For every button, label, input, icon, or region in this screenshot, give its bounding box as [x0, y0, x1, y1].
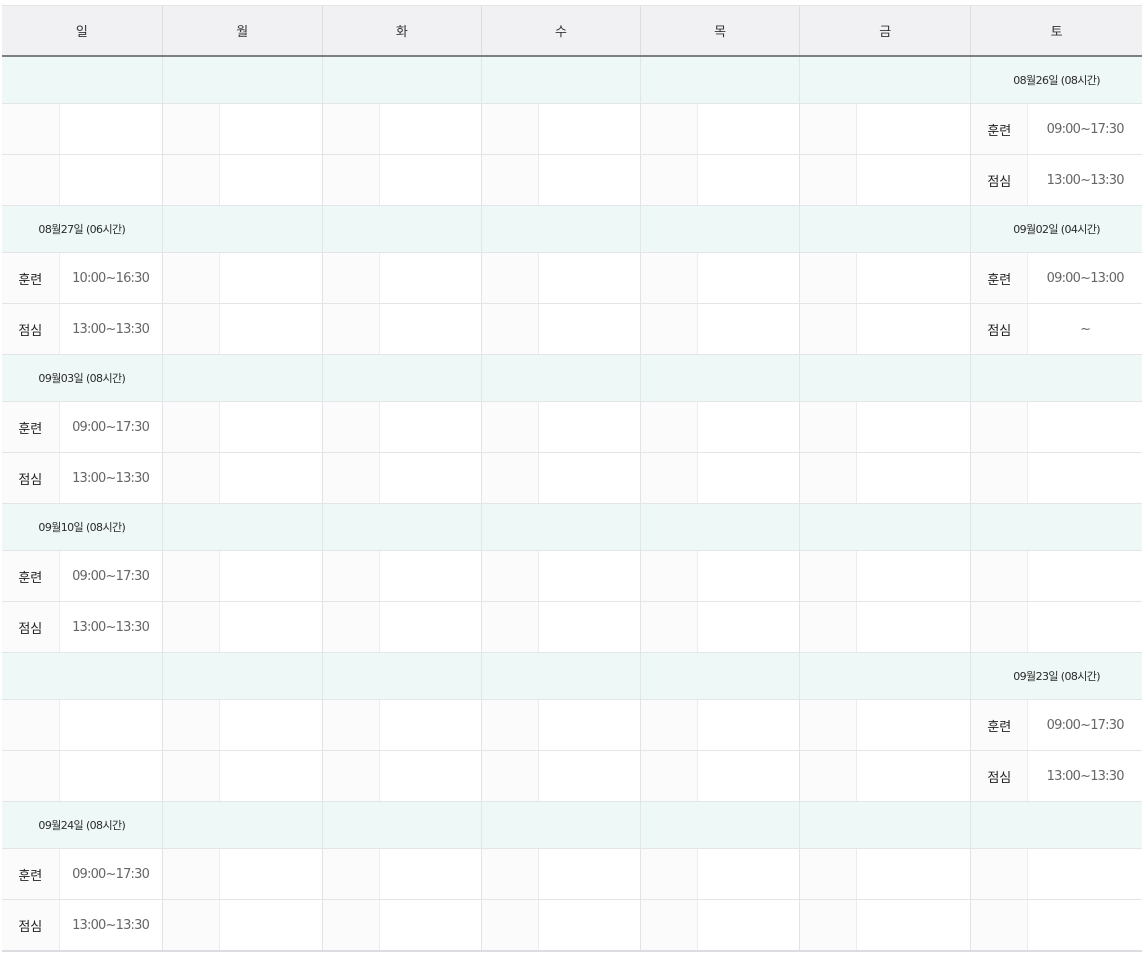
- date-cell: [970, 503, 1142, 551]
- date-cell: [321, 354, 482, 402]
- date-cell: [321, 801, 482, 849]
- date-row: 09월23일 (08시간): [2, 652, 1142, 700]
- lunch-row: 점심 13:00~13:30: [2, 601, 1142, 653]
- lunch-time: 13:00~13:30: [1027, 154, 1142, 206]
- training-row: 훈련 09:00~17:30: [2, 699, 1142, 751]
- lunch-row: 점심 13:00~13:30: [2, 750, 1142, 802]
- training-label: 훈련: [2, 252, 60, 304]
- weekday-wed: 수: [480, 5, 641, 57]
- date-cell: [799, 503, 971, 551]
- training-label: 훈련: [970, 103, 1029, 155]
- training-row: 훈련 09:00~17:30: [2, 550, 1142, 602]
- date-cell: [480, 652, 641, 700]
- date-cell: [799, 205, 971, 253]
- lunch-label: 점심: [2, 452, 60, 504]
- lunch-label: 점심: [2, 303, 60, 355]
- date-cell: [480, 354, 641, 402]
- date-cell: [639, 503, 800, 551]
- date-cell: [799, 56, 971, 104]
- weekday-tue: 화: [321, 5, 482, 57]
- date-cell: [321, 652, 482, 700]
- date-cell: [799, 801, 971, 849]
- training-label: 훈련: [2, 401, 60, 453]
- date-cell: 09월24일 (08시간): [2, 801, 163, 849]
- date-cell: [480, 205, 641, 253]
- lunch-row: 점심 13:00~13:30: [2, 452, 1142, 504]
- training-time: 10:00~16:30: [59, 252, 163, 304]
- weekday-fri: 금: [799, 5, 971, 57]
- lunch-label: 점심: [2, 601, 60, 653]
- date-cell: [970, 354, 1142, 402]
- training-row: 훈련 09:00~17:30: [2, 848, 1142, 900]
- lunch-time: 13:00~13:30: [59, 899, 163, 952]
- date-cell: 09월03일 (08시간): [2, 354, 163, 402]
- training-time: 09:00~17:30: [1027, 699, 1142, 751]
- date-row: 09월10일 (08시간): [2, 503, 1142, 551]
- training-label: 훈련: [2, 848, 60, 900]
- date-row: 09월24일 (08시간): [2, 801, 1142, 849]
- date-cell: 09월10일 (08시간): [2, 503, 163, 551]
- lunch-time: 13:00~13:30: [59, 601, 163, 653]
- training-calendar: 일 월 화 수 목 금 토 08월26일 (08시간) 훈련 09:00~17:…: [2, 5, 1142, 952]
- date-cell: [639, 801, 800, 849]
- date-cell: [2, 56, 163, 104]
- lunch-label: 점심: [2, 899, 60, 952]
- date-row: 08월26일 (08시간): [2, 56, 1142, 104]
- date-cell: [161, 503, 323, 551]
- weekday-thu: 목: [639, 5, 800, 57]
- training-time: 09:00~17:30: [59, 848, 163, 900]
- date-cell: [480, 801, 641, 849]
- date-cell: [639, 205, 800, 253]
- lunch-row: 점심 13:00~13:30: [2, 154, 1142, 206]
- date-cell: [480, 56, 641, 104]
- training-label: 훈련: [2, 550, 60, 602]
- date-row: 08월27일 (06시간) 09월02일 (04시간): [2, 205, 1142, 253]
- training-time: 09:00~17:30: [59, 401, 163, 453]
- date-cell: [799, 354, 971, 402]
- training-time: 09:00~13:00: [1027, 252, 1142, 304]
- training-row: 훈련 09:00~17:30: [2, 103, 1142, 155]
- date-cell: [639, 56, 800, 104]
- date-cell: [480, 503, 641, 551]
- date-cell: [639, 652, 800, 700]
- lunch-label: 점심: [970, 303, 1029, 355]
- date-cell: [161, 354, 323, 402]
- training-label: 훈련: [970, 252, 1029, 304]
- lunch-label: 점심: [970, 154, 1029, 206]
- date-cell: [639, 354, 800, 402]
- calendar-table: 일 월 화 수 목 금 토 08월26일 (08시간) 훈련 09:00~17:…: [2, 5, 1142, 952]
- date-cell: 09월02일 (04시간): [970, 205, 1142, 253]
- weekday-sat: 토: [970, 5, 1142, 57]
- date-cell: [161, 652, 323, 700]
- lunch-row: 점심 13:00~13:30 점심 ~: [2, 303, 1142, 355]
- weekday-header: 일 월 화 수 목 금 토: [2, 5, 1142, 57]
- training-time: 09:00~17:30: [1027, 103, 1142, 155]
- training-time: 09:00~17:30: [59, 550, 163, 602]
- lunch-time: ~: [1027, 303, 1142, 355]
- date-cell: [321, 503, 482, 551]
- date-cell: [161, 56, 323, 104]
- training-label: 훈련: [970, 699, 1029, 751]
- date-cell: 08월27일 (06시간): [2, 205, 163, 253]
- training-row: 훈련 09:00~17:30: [2, 401, 1142, 453]
- training-row: 훈련 10:00~16:30 훈련 09:00~13:00: [2, 252, 1142, 304]
- lunch-row: 점심 13:00~13:30: [2, 899, 1142, 952]
- lunch-label: 점심: [970, 750, 1029, 802]
- weekday-mon: 월: [161, 5, 323, 57]
- date-cell: [799, 652, 971, 700]
- date-cell: 08월26일 (08시간): [970, 56, 1142, 104]
- date-cell: [321, 205, 482, 253]
- date-row: 09월03일 (08시간): [2, 354, 1142, 402]
- lunch-time: 13:00~13:30: [59, 452, 163, 504]
- date-cell: [161, 205, 323, 253]
- date-cell: [2, 652, 163, 700]
- date-cell: [970, 801, 1142, 849]
- lunch-time: 13:00~13:30: [59, 303, 163, 355]
- date-cell: 09월23일 (08시간): [970, 652, 1142, 700]
- date-cell: [161, 801, 323, 849]
- weekday-sun: 일: [2, 5, 163, 57]
- lunch-time: 13:00~13:30: [1027, 750, 1142, 802]
- date-cell: [321, 56, 482, 104]
